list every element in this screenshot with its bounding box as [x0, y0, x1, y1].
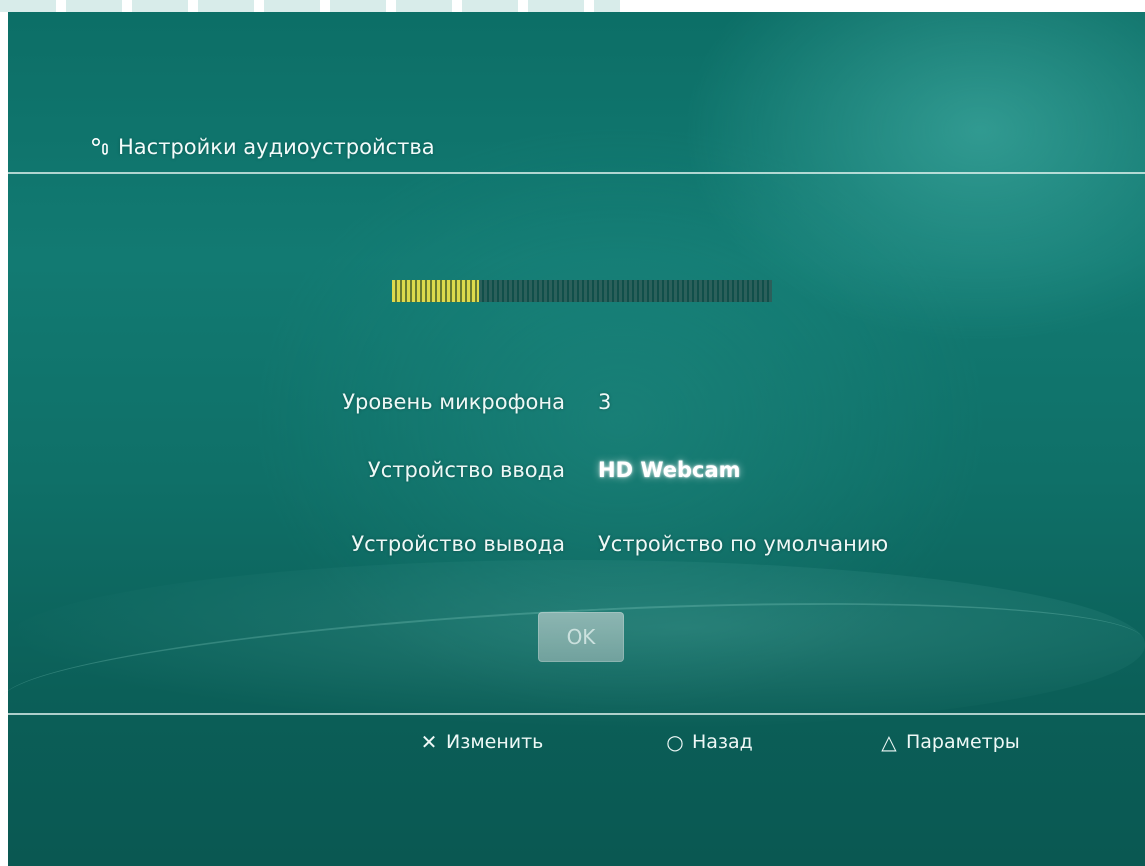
triangle-button-icon: △: [881, 730, 897, 754]
setting-row-input-device[interactable]: Устройство ввода HD Webcam: [0, 458, 1145, 498]
circle-button-icon: ○: [666, 730, 684, 754]
page-title: Настройки аудиоустройства: [118, 135, 435, 159]
hint-back-label: Назад: [692, 731, 753, 753]
cross-button-icon: ✕: [420, 730, 438, 754]
ok-button[interactable]: OK: [538, 612, 624, 662]
mic-level-meter-track: [479, 280, 772, 302]
hint-options[interactable]: △ Параметры: [878, 730, 1020, 754]
top-edge-stripe: [0, 0, 1145, 12]
mic-level-label: Уровень микрофона: [342, 390, 565, 414]
hint-change[interactable]: ✕ Изменить: [418, 730, 544, 754]
header-divider: [8, 172, 1145, 174]
page-title-bar: Настройки аудиоустройства: [90, 135, 435, 159]
footer-divider: [8, 713, 1145, 715]
mic-level-meter-fill: [392, 280, 479, 302]
output-device-value[interactable]: Устройство по умолчанию: [598, 532, 888, 556]
mic-level-meter: [392, 280, 772, 302]
setting-row-output-device[interactable]: Устройство вывода Устройство по умолчани…: [0, 532, 1145, 572]
hint-back[interactable]: ○ Назад: [664, 730, 753, 754]
input-device-value[interactable]: HD Webcam: [598, 458, 741, 482]
microphone-icon: [90, 136, 112, 158]
output-device-label: Устройство вывода: [351, 532, 565, 556]
hint-change-label: Изменить: [446, 731, 544, 753]
setting-row-mic-level[interactable]: Уровень микрофона 3: [0, 390, 1145, 430]
input-device-label: Устройство ввода: [367, 458, 565, 482]
mic-level-value[interactable]: 3: [598, 390, 611, 414]
button-hints: ✕ Изменить ○ Назад △ Параметры: [0, 730, 1145, 760]
hint-options-label: Параметры: [906, 731, 1020, 753]
